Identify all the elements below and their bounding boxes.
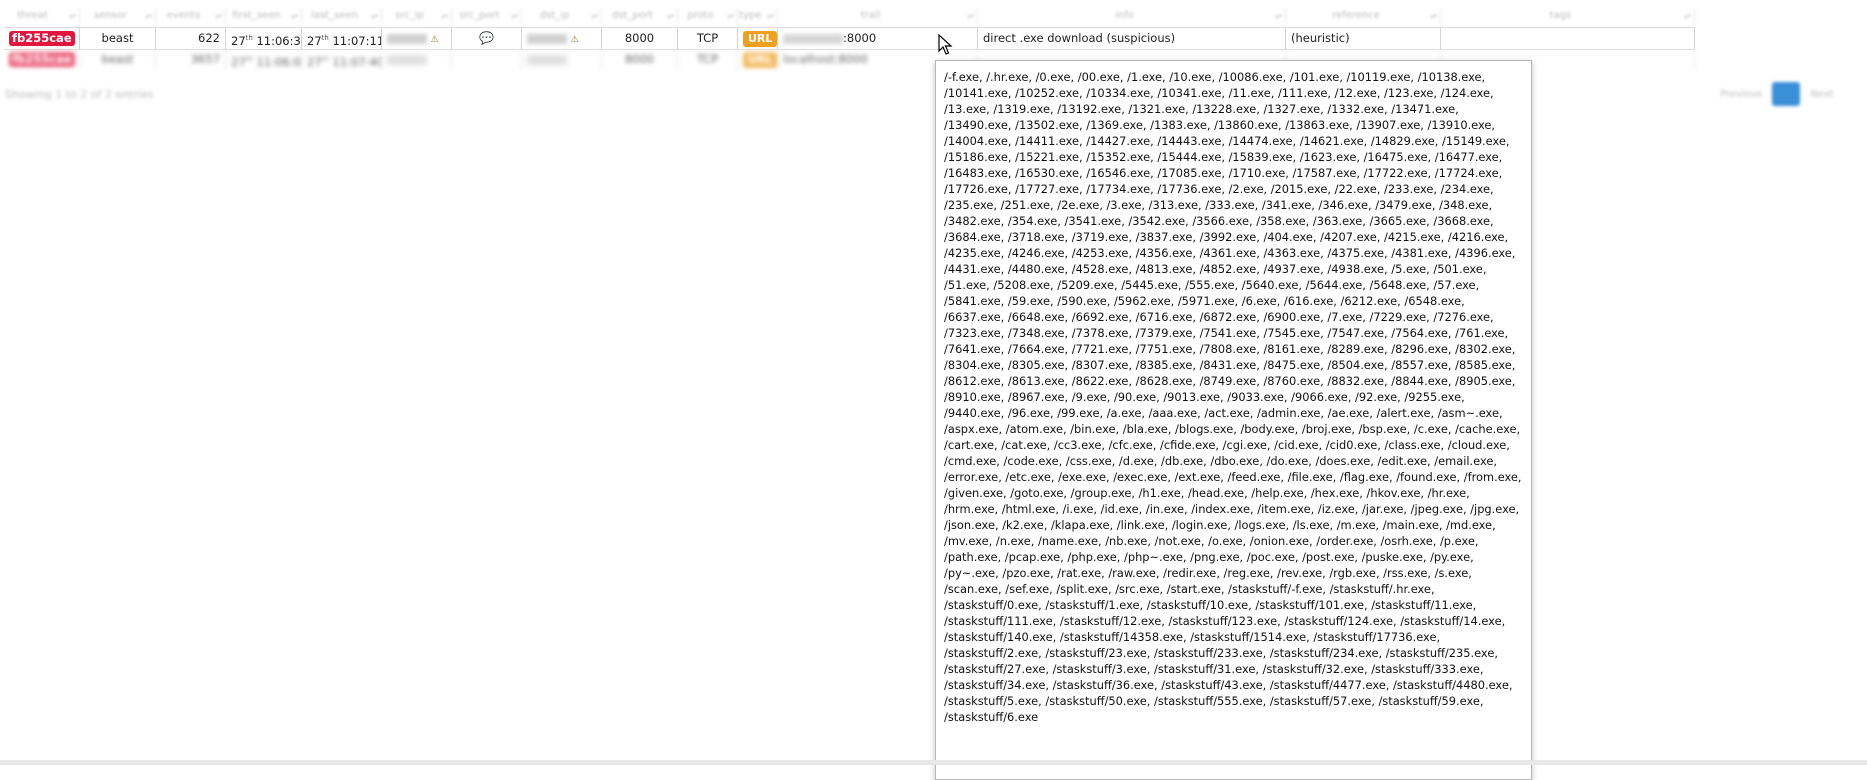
col-header-type[interactable]: type xyxy=(738,8,778,24)
dst-ip-redacted xyxy=(527,33,567,44)
first-seen-day: 27 xyxy=(231,33,246,48)
col-header-info[interactable]: info xyxy=(978,8,1286,24)
last-seen-day: 27 xyxy=(307,54,322,69)
warning-icon: ⚠ xyxy=(430,35,439,45)
reference-cell: (heuristic) xyxy=(1286,28,1441,49)
previous-page-button[interactable]: Previous xyxy=(1720,89,1762,100)
first-seen-suffix: th xyxy=(245,34,253,42)
dst-port-cell: 8000 xyxy=(602,28,678,49)
dst-ip-cell xyxy=(522,49,602,70)
last-seen-time: 11:07:11 xyxy=(332,33,382,48)
src-ip-redacted xyxy=(387,33,427,44)
table-info: Showing 1 to 2 of 2 entries xyxy=(5,88,154,101)
dst-ip-cell: ⚠ xyxy=(522,28,602,49)
current-page-button[interactable] xyxy=(1772,82,1801,106)
pagination: Previous Next xyxy=(1720,82,1834,106)
table-header: threat sensor events first_seen last_see… xyxy=(0,8,1867,24)
first-seen-cell: 27th 11:06:37 xyxy=(226,28,302,49)
threat-id-cell[interactable]: fb255cae xyxy=(4,28,80,49)
last-seen-suffix: th xyxy=(321,34,329,42)
type-badge: URL xyxy=(743,52,777,68)
first-seen-time: 11:06:37 xyxy=(256,33,301,48)
threat-id-badge[interactable]: fb255cae xyxy=(9,52,75,67)
src-ip-redacted xyxy=(387,54,427,65)
warning-icon: ⚠ xyxy=(570,35,579,45)
type-cell: URL xyxy=(738,28,778,49)
mouse-pointer-icon xyxy=(938,34,953,55)
col-header-threat[interactable]: threat xyxy=(0,8,80,24)
first-seen-day: 27 xyxy=(231,54,246,69)
first-seen-suffix: th xyxy=(245,55,253,63)
trail-host-redacted xyxy=(783,33,843,44)
next-page-button[interactable]: Next xyxy=(1810,89,1833,100)
tags-cell[interactable] xyxy=(1441,28,1695,49)
threat-id-cell[interactable]: fb255cae xyxy=(4,49,80,70)
type-badge: URL xyxy=(743,31,777,47)
dst-ip-redacted xyxy=(527,54,567,65)
threat-id-badge[interactable]: fb255cae xyxy=(9,31,75,46)
last-seen-time: 11:07:40 xyxy=(332,54,382,69)
horizontal-scrollbar[interactable] xyxy=(0,760,1867,765)
src-ip-cell xyxy=(382,49,452,70)
sensor-cell: beast xyxy=(80,28,156,49)
src-ip-cell: ⚠ xyxy=(382,28,452,49)
proto-cell: TCP xyxy=(678,49,738,70)
col-header-tags[interactable]: tags xyxy=(1441,8,1695,24)
last-seen-day: 27 xyxy=(307,33,322,48)
events-cell: 622 xyxy=(156,28,226,49)
col-header-proto[interactable]: proto xyxy=(678,8,738,24)
src-port-cell xyxy=(452,49,522,70)
proto-cell: TCP xyxy=(678,28,738,49)
col-header-dst-ip[interactable]: dst_ip xyxy=(522,8,602,24)
first-seen-cell: 27th 11:06:06 xyxy=(226,49,302,70)
col-header-last-seen[interactable]: last_seen xyxy=(302,8,382,24)
col-header-trail[interactable]: trail xyxy=(778,8,978,24)
sensor-cell: beast xyxy=(80,49,156,70)
col-header-src-ip[interactable]: src_ip xyxy=(382,8,452,24)
col-header-first-seen[interactable]: first_seen xyxy=(226,8,302,24)
col-header-sensor[interactable]: sensor xyxy=(80,8,156,24)
speech-bubble-icon[interactable]: 💬 xyxy=(479,31,494,45)
trail-tooltip: /-f.exe, /.hr.exe, /0.exe, /00.exe, /1.e… xyxy=(935,60,1532,780)
info-cell: direct .exe download (suspicious) xyxy=(978,28,1286,49)
col-header-dst-port[interactable]: dst_port xyxy=(602,8,678,24)
trail-port[interactable]: :8000 xyxy=(843,31,876,45)
last-seen-suffix: th xyxy=(321,55,329,63)
col-header-src-port[interactable]: src_port xyxy=(452,8,522,24)
first-seen-time: 11:06:06 xyxy=(256,54,301,69)
table-row[interactable]: fb255cae beast 622 27th 11:06:37 27th 11… xyxy=(4,27,1695,50)
col-header-events[interactable]: events xyxy=(156,8,226,24)
last-seen-cell: 27th 11:07:40 xyxy=(302,49,382,70)
src-port-cell: 💬 xyxy=(452,28,522,49)
dst-port-cell: 8000 xyxy=(602,49,678,70)
type-cell: URL xyxy=(738,49,778,70)
events-cell: 3657 xyxy=(156,49,226,70)
last-seen-cell: 27th 11:07:11 xyxy=(302,28,382,49)
col-header-reference[interactable]: reference xyxy=(1286,8,1441,24)
